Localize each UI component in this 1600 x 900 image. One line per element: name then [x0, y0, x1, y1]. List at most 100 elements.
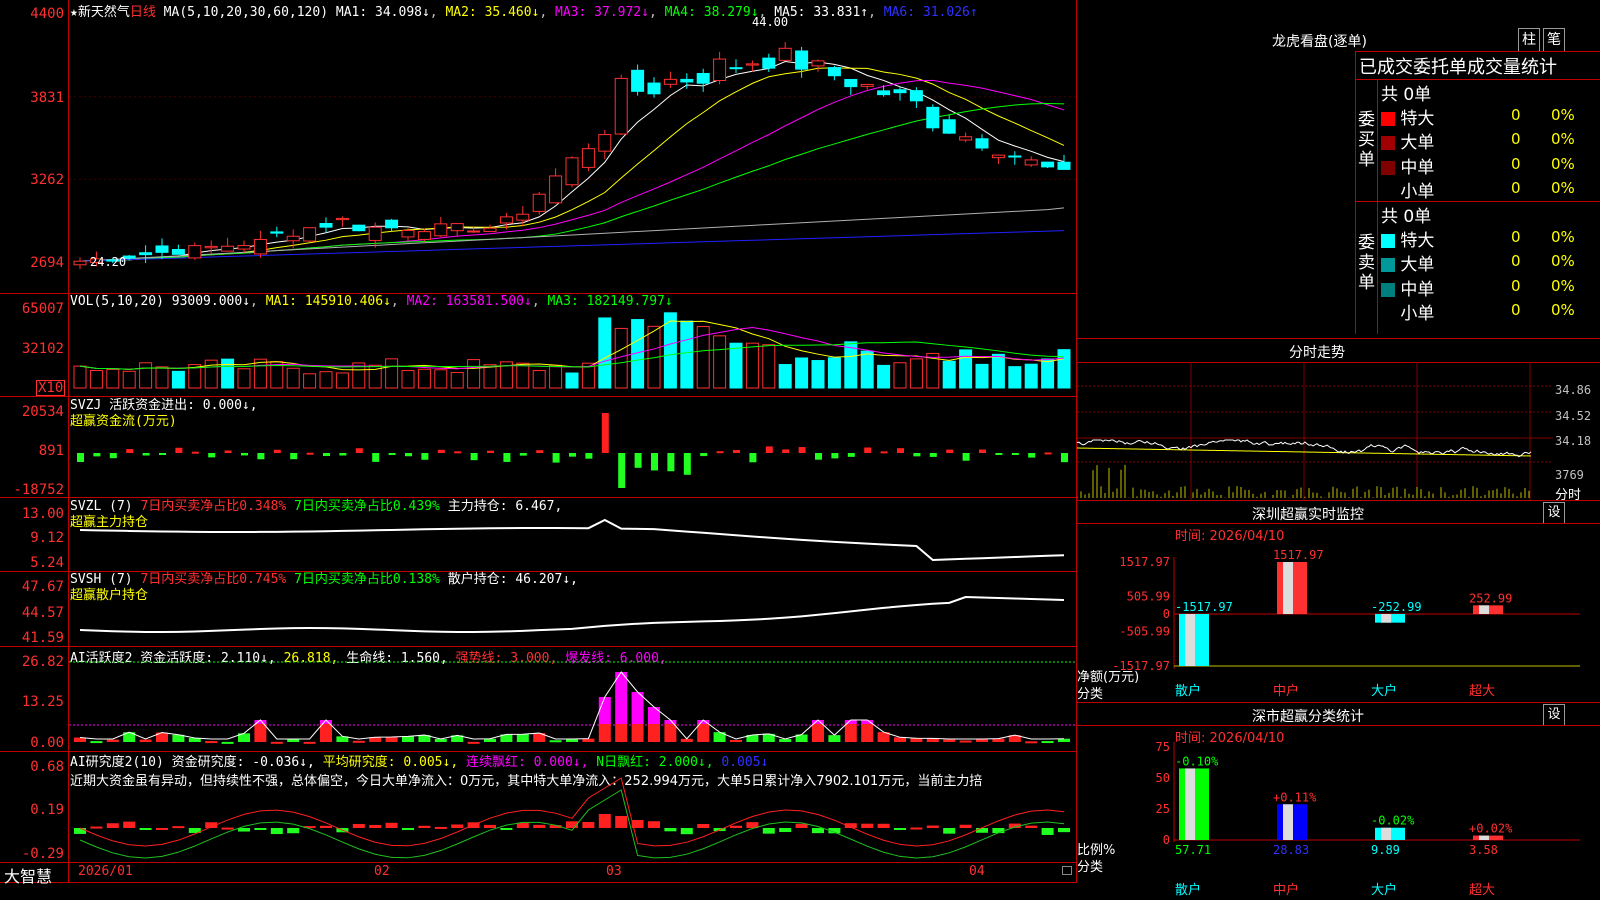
candle-body [893, 89, 907, 94]
candle-body [647, 82, 661, 95]
date-tick: 2026/01 [78, 864, 133, 879]
classify-xlabel: 分类 [1077, 860, 1104, 875]
candle-body [270, 231, 284, 234]
volume-bar [860, 350, 874, 389]
stroke-mode-button[interactable]: 笔 [1543, 28, 1565, 52]
bar-value-label: -252.99 [1371, 600, 1422, 614]
bar-mode-button[interactable]: 柱 [1518, 28, 1540, 52]
classify-chart[interactable]: 75 50 25 0 -0.10% 散户 57.71 +0.11% 中户 28.83 -0.02% 大… [1077, 742, 1600, 900]
candle-body [483, 227, 497, 232]
intraday-axis-label: 34.52 [1555, 409, 1592, 423]
order-count: 0 [1511, 276, 1521, 295]
category-label: 中户 [1273, 882, 1299, 898]
fund-flow-bar [667, 453, 675, 472]
research-bar [943, 828, 956, 834]
activity-bar [664, 724, 677, 742]
candle-body [1008, 155, 1022, 158]
color-swatch [1381, 136, 1395, 151]
fund-flow-bar [273, 449, 281, 453]
axis-label: 75 [1156, 742, 1170, 754]
candle-body [286, 235, 300, 242]
candle-body [253, 238, 267, 255]
fund-flow-bar [175, 447, 183, 453]
fund-flow-bar [536, 450, 544, 453]
fund-flow-bar [683, 453, 691, 475]
fund-flow-bar [224, 450, 232, 453]
order-pct: 0% [1551, 178, 1575, 197]
sell-total: 共 0单 [1381, 207, 1432, 227]
monitor-chart[interactable]: 1517.97505.990-505.99-1517.97-1517.97散户1… [1077, 540, 1600, 700]
activity-bar [615, 672, 628, 724]
research-bar [418, 825, 431, 828]
candle-body [762, 57, 776, 69]
fund-flow-bar [241, 453, 248, 456]
research-bar [221, 827, 234, 830]
fund-flow-bar [946, 449, 954, 453]
axis-label: -505.99 [1119, 624, 1170, 638]
fund-flow-bar [700, 453, 708, 457]
intraday-axis-label: 34.86 [1555, 383, 1592, 397]
category-bar-highlight [1283, 562, 1293, 614]
activity-bar [402, 736, 414, 742]
activity-bar [598, 724, 611, 742]
volume-bar [434, 369, 448, 389]
fund-flow-bar [159, 453, 166, 455]
ma60-line [79, 207, 1065, 262]
right-panel: 龙虎看盘(逐单) 柱 笔 已成交委托单成交量统计 委买单 共 0单 特大 0 0% … [1077, 0, 1600, 900]
order-row: 中单 0 0% [1381, 275, 1600, 300]
fund-flow-bar [109, 453, 117, 459]
activity-bar [270, 741, 283, 744]
order-count: 0 [1511, 154, 1521, 173]
research-bar [402, 828, 414, 831]
activity-bar [631, 724, 644, 742]
research-bar [156, 827, 168, 830]
fund-flow-bar [995, 453, 1003, 455]
candle-body [598, 134, 612, 152]
category-bar-highlight [1381, 827, 1391, 840]
intraday-chart[interactable] [1077, 362, 1600, 500]
volume-bar [893, 362, 907, 389]
volume-bar [253, 358, 267, 389]
activity-bar [549, 740, 562, 743]
candle-body [532, 193, 546, 212]
order-pct: 0% [1551, 300, 1575, 319]
intraday-axis-label: 34.18 [1555, 434, 1592, 448]
research-bar [385, 822, 398, 828]
chart-area[interactable]: 4400 3831 3262 2694 65007 32102 X10 2053… [0, 0, 1077, 900]
research-bar [861, 823, 874, 828]
order-type: 大单 [1400, 255, 1435, 276]
kline-chart[interactable]: 44.00 24.20 [0, 0, 1077, 882]
volume-bar [565, 372, 579, 389]
order-pct: 0% [1551, 106, 1575, 124]
research-bar [762, 828, 775, 834]
activity-bar [598, 697, 611, 724]
candle-body [385, 219, 399, 229]
classify-settings-button[interactable]: 设 [1543, 704, 1565, 726]
order-count: 0 [1511, 300, 1521, 319]
fund-flow-bar [503, 453, 511, 462]
monitor-settings-button[interactable]: 设 [1543, 502, 1565, 524]
color-swatch [1381, 307, 1395, 321]
volume-bar [89, 370, 103, 389]
fund-flow-bar [191, 451, 199, 454]
research-bar [1025, 825, 1038, 828]
research-bar [664, 828, 677, 832]
activity-bar [1025, 741, 1038, 744]
fund-flow-bar [864, 447, 872, 453]
candle-body [877, 90, 891, 96]
activity-bar [697, 724, 710, 742]
fund-flow-bar [1061, 453, 1068, 463]
pct-label: 9.89 [1371, 843, 1400, 857]
lock-icon[interactable] [1062, 866, 1072, 875]
pct-label: 3.58 [1469, 843, 1498, 857]
research-red-line [79, 777, 1065, 847]
bar-value-label: -0.10% [1175, 754, 1219, 768]
activity-bar [910, 738, 923, 742]
category-label: 超大 [1469, 684, 1495, 699]
research-bar [451, 824, 464, 828]
fund-flow-bar [831, 453, 839, 459]
candle-body [745, 63, 759, 66]
candle-body [811, 60, 825, 67]
axis-label: 50 [1156, 771, 1170, 785]
volume-bar [1008, 366, 1022, 389]
